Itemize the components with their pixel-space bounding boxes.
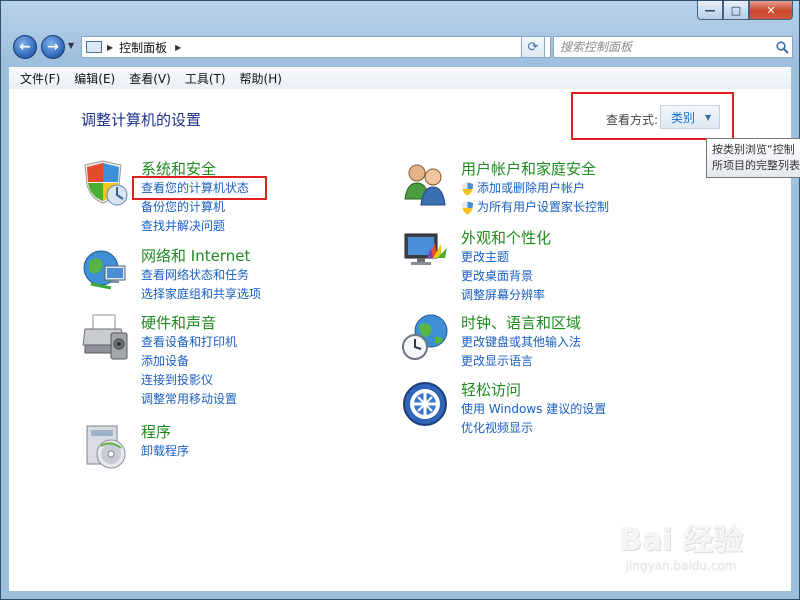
chevron-right-icon[interactable]: ▶ — [175, 43, 181, 52]
navigation-bar: ← → ▼ ▶ 控制面板 ▶ ▼ ⟳ — [9, 33, 793, 61]
category-text: 硬件和声音 查看设备和打印机 添加设备 连接到投影仪 调整常用移动设置 — [141, 313, 237, 409]
menu-file[interactable]: 文件(F) — [13, 70, 67, 87]
menu-help[interactable]: 帮助(H) — [233, 70, 289, 87]
category-text: 时钟、语言和区域 更改键盘或其他输入法 更改显示语言 — [461, 313, 581, 371]
link-desktop-background[interactable]: 更改桌面背景 — [461, 267, 551, 286]
arrow-left-icon: ← — [19, 39, 31, 55]
link-backup-computer[interactable]: 备份您的计算机 — [141, 198, 249, 217]
printer-icon — [82, 314, 128, 360]
highlight-view-mode — [571, 92, 734, 140]
ease-of-access-icon — [403, 382, 447, 426]
network-globe-icon — [83, 250, 126, 290]
link-troubleshoot[interactable]: 查找并解决问题 — [141, 217, 249, 236]
minimize-button[interactable]: — — [697, 1, 723, 20]
menu-bar: 文件(F) 编辑(E) 查看(V) 工具(T) 帮助(H) — [9, 67, 791, 90]
forward-button[interactable]: → — [41, 35, 65, 59]
chevron-right-icon[interactable]: ▶ — [107, 43, 113, 52]
refresh-icon: ⟳ — [527, 39, 539, 55]
category-title[interactable]: 轻松访问 — [461, 380, 606, 400]
category-title[interactable]: 程序 — [141, 422, 189, 442]
category-title[interactable]: 用户帐户和家庭安全 — [461, 159, 609, 179]
link-windows-recommended[interactable]: 使用 Windows 建议的设置 — [461, 400, 606, 419]
menu-tools[interactable]: 工具(T) — [178, 70, 233, 87]
content-area: 调整计算机的设置 查看方式: 类别 ▼ 按类别浏览“控制 所项目的完整列表 系统… — [9, 89, 800, 591]
category-title[interactable]: 外观和个性化 — [461, 228, 551, 248]
control-panel-icon — [86, 41, 102, 53]
search-input[interactable] — [554, 38, 772, 56]
uac-shield-icon — [462, 182, 473, 195]
category-title[interactable]: 硬件和声音 — [141, 313, 237, 333]
category-text: 轻松访问 使用 Windows 建议的设置 优化视频显示 — [461, 380, 606, 438]
link-change-theme[interactable]: 更改主题 — [461, 248, 551, 267]
menu-view[interactable]: 查看(V) — [122, 70, 178, 87]
refresh-button[interactable]: ⟳ — [521, 36, 545, 58]
link-add-device[interactable]: 添加设备 — [141, 352, 237, 371]
uac-shield-icon — [462, 201, 473, 214]
shield-computer-icon — [84, 160, 128, 206]
recent-pages-dropdown[interactable]: ▼ — [68, 41, 74, 50]
category-title[interactable]: 时钟、语言和区域 — [461, 313, 581, 333]
link-homegroup-sharing[interactable]: 选择家庭组和共享选项 — [141, 285, 261, 304]
tooltip-line: 所项目的完整列表 — [712, 159, 800, 172]
tooltip: 按类别浏览“控制 所项目的完整列表 — [706, 138, 800, 178]
category-title[interactable]: 网络和 Internet — [141, 246, 261, 266]
watermark-logo: Bai 经验 — [619, 523, 743, 558]
link-mobility-settings[interactable]: 调整常用移动设置 — [141, 390, 237, 409]
link-keyboard-input[interactable]: 更改键盘或其他输入法 — [461, 333, 581, 352]
control-panel-window: — □ ✕ ← → ▼ ▶ 控制面板 ▶ ▼ ⟳ 文件(F) 编辑( — [0, 0, 800, 600]
link-devices-printers[interactable]: 查看设备和打印机 — [141, 333, 237, 352]
watermark: Bai 经验 jingyan.baidu.com — [619, 515, 743, 573]
link-parental-controls[interactable]: 为所有用户设置家长控制 — [461, 198, 609, 217]
address-bar[interactable]: ▶ 控制面板 ▶ ▼ — [81, 36, 551, 58]
link-text[interactable]: 为所有用户设置家长控制 — [477, 198, 609, 217]
back-button[interactable]: ← — [13, 35, 37, 59]
category-text: 网络和 Internet 查看网络状态和任务 选择家庭组和共享选项 — [141, 246, 261, 304]
close-button[interactable]: ✕ — [749, 1, 793, 20]
link-screen-resolution[interactable]: 调整屏幕分辨率 — [461, 286, 551, 305]
search-box[interactable] — [553, 36, 793, 58]
category-text: 程序 卸载程序 — [141, 422, 189, 461]
category-text: 外观和个性化 更改主题 更改桌面背景 调整屏幕分辨率 — [461, 228, 551, 305]
users-icon — [404, 164, 446, 206]
link-optimize-display[interactable]: 优化视频显示 — [461, 419, 606, 438]
link-add-remove-accounts[interactable]: 添加或删除用户帐户 — [461, 179, 609, 198]
link-network-status[interactable]: 查看网络状态和任务 — [141, 266, 261, 285]
menu-edit[interactable]: 编辑(E) — [67, 70, 122, 87]
address-path[interactable]: 控制面板 — [119, 39, 167, 56]
page-title: 调整计算机的设置 — [81, 111, 202, 129]
programs-disc-icon — [86, 425, 126, 469]
search-icon[interactable] — [772, 40, 792, 54]
arrow-right-icon: → — [47, 39, 59, 55]
link-display-language[interactable]: 更改显示语言 — [461, 352, 581, 371]
maximize-button[interactable]: □ — [723, 1, 749, 20]
tooltip-line: 按类别浏览“控制 — [712, 143, 795, 156]
link-uninstall-program[interactable]: 卸载程序 — [141, 442, 189, 461]
watermark-url: jingyan.baidu.com — [625, 559, 737, 573]
highlight-view-computer-status — [132, 176, 267, 200]
link-text[interactable]: 添加或删除用户帐户 — [477, 179, 585, 198]
clock-globe-icon — [402, 314, 448, 360]
category-text: 用户帐户和家庭安全 添加或删除用户帐户 为所有用户设置家长控制 — [461, 159, 609, 217]
monitor-palette-icon — [404, 233, 447, 265]
link-connect-projector[interactable]: 连接到投影仪 — [141, 371, 237, 390]
caption-buttons: — □ ✕ — [697, 1, 793, 21]
